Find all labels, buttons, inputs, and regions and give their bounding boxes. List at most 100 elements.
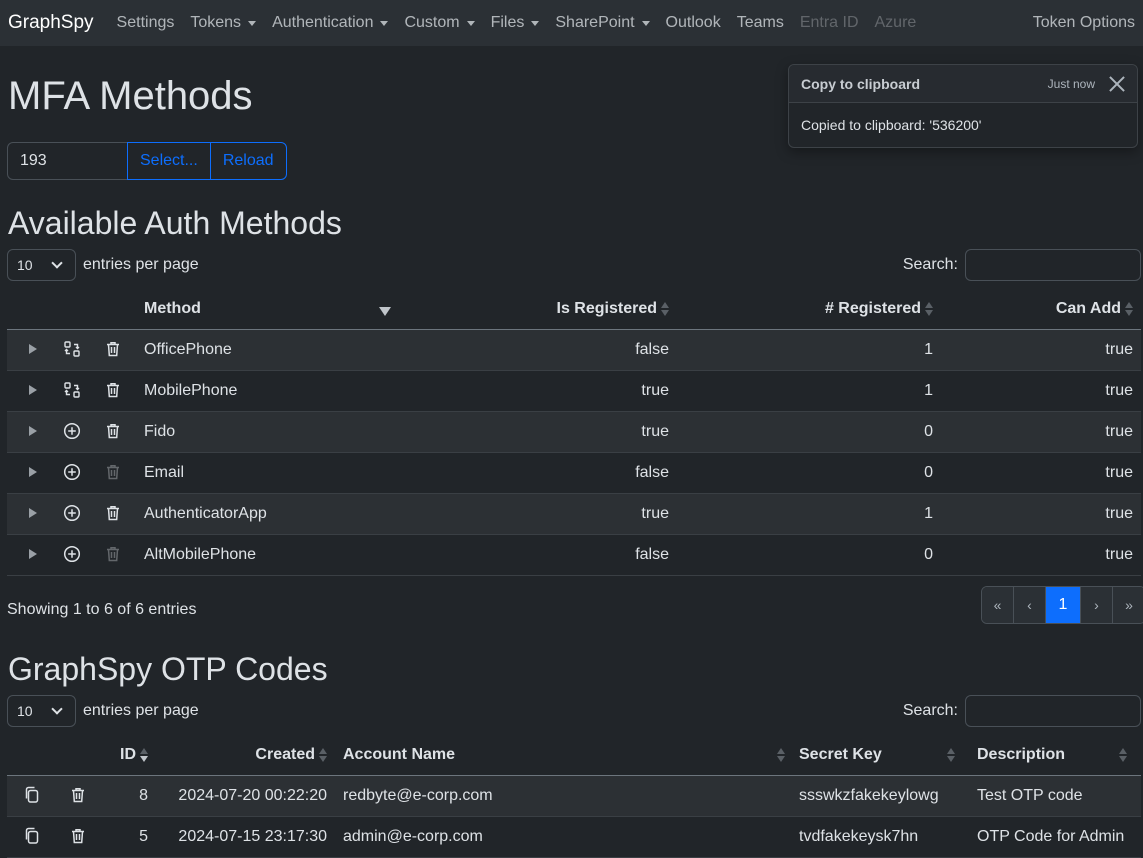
nav-entra-id: Entra ID xyxy=(800,14,859,32)
prev-page-button[interactable]: ‹ xyxy=(1014,587,1046,623)
column-header-description[interactable]: Description xyxy=(969,735,1141,776)
otp-header-row: ID Created Account Name Secret Key Descr… xyxy=(7,735,1141,776)
expand-cell[interactable] xyxy=(7,411,55,453)
account-header-label: Account Name xyxy=(343,745,456,763)
nav-label: Azure xyxy=(874,14,917,31)
nav-settings[interactable]: Settings xyxy=(117,14,175,32)
access-token-id-input[interactable] xyxy=(7,142,128,180)
is-registered-cell: true xyxy=(401,411,677,453)
expand-triangle-icon[interactable] xyxy=(29,507,37,518)
num-registered-cell: 0 xyxy=(677,534,941,576)
otp-search: Search: xyxy=(903,695,1141,727)
next-page-button[interactable]: › xyxy=(1081,587,1113,623)
otp-table-body: 8 2024-07-20 00:22:20 redbyte@e-corp.com ss… xyxy=(7,775,1141,858)
column-header-created[interactable]: Created xyxy=(156,735,335,776)
auth-search-label: Search: xyxy=(902,256,958,273)
nav-teams[interactable]: Teams xyxy=(737,14,784,32)
description-cell: OTP Code for Admin xyxy=(969,816,1141,858)
secret-cell: tvdfakekeysk7hn xyxy=(791,816,969,858)
nav-label: Files xyxy=(490,14,525,31)
column-header-secret-key[interactable]: Secret Key xyxy=(791,735,969,776)
token-options-link[interactable]: Token Options xyxy=(1033,14,1135,32)
delete-col-header xyxy=(96,289,136,330)
expand-cell[interactable] xyxy=(7,493,55,535)
reload-button[interactable]: Reload xyxy=(209,142,287,180)
column-header-num-registered[interactable]: # Registered xyxy=(677,289,941,330)
otp-search-input[interactable] xyxy=(965,695,1141,727)
can-add-cell: true xyxy=(941,370,1141,412)
chevron-down-icon xyxy=(51,703,63,715)
swap-icon[interactable] xyxy=(63,340,81,358)
otp-entries-select[interactable]: 10 xyxy=(7,695,76,727)
trash-icon[interactable] xyxy=(69,786,87,804)
page-1-button[interactable]: 1 xyxy=(1046,587,1081,623)
method-cell: Fido xyxy=(136,411,401,453)
column-header-account-name[interactable]: Account Name xyxy=(335,735,791,776)
brand-link[interactable]: GraphSpy xyxy=(8,12,94,34)
can-add-cell: true xyxy=(941,329,1141,371)
column-header-method[interactable]: Method xyxy=(136,289,401,330)
nav-label: Authentication xyxy=(272,14,374,31)
first-page-button[interactable]: « xyxy=(982,587,1014,623)
sort-desc-icon xyxy=(379,301,391,317)
trash-icon[interactable] xyxy=(104,381,122,399)
expand-cell[interactable] xyxy=(7,534,55,576)
expand-triangle-icon[interactable] xyxy=(29,425,37,436)
auth-entries-select[interactable]: 10 xyxy=(7,249,76,281)
expand-cell[interactable] xyxy=(7,329,55,371)
plus-circle-icon[interactable] xyxy=(63,422,81,440)
table-row: OfficePhone false 1 true xyxy=(7,329,1141,371)
is-registered-cell: false xyxy=(401,329,677,371)
nav-custom[interactable]: Custom xyxy=(404,14,475,32)
nav-sharepoint[interactable]: SharePoint xyxy=(555,14,650,32)
token-input-group: Select... Reload xyxy=(7,142,287,180)
plus-circle-icon[interactable] xyxy=(63,545,81,563)
swap-icon[interactable] xyxy=(63,381,81,399)
id-cell: 8 xyxy=(96,775,156,817)
expand-triangle-icon[interactable] xyxy=(29,466,37,477)
delete-cell xyxy=(96,329,136,371)
page-title: MFA Methods xyxy=(8,74,253,118)
auth-entries-label: entries per page xyxy=(83,256,199,273)
expand-triangle-icon[interactable] xyxy=(29,343,37,354)
expand-cell[interactable] xyxy=(7,370,55,412)
plus-circle-icon[interactable] xyxy=(63,463,81,481)
nav-outlook[interactable]: Outlook xyxy=(666,14,721,32)
expand-triangle-icon[interactable] xyxy=(29,548,37,559)
caret-down-icon xyxy=(248,20,257,26)
column-header-id[interactable]: ID xyxy=(96,735,156,776)
auth-search-input[interactable] xyxy=(965,249,1141,281)
column-header-is-registered[interactable]: Is Registered xyxy=(401,289,677,330)
id-header-label: ID xyxy=(120,745,136,763)
nav-tokens[interactable]: Tokens xyxy=(190,14,257,32)
nav-items: Settings Tokens Authentication Custom Files S… xyxy=(117,14,933,32)
num-registered-header-label: # Registered xyxy=(824,299,921,317)
copy-icon[interactable] xyxy=(23,827,41,845)
expand-triangle-icon[interactable] xyxy=(29,384,37,395)
close-icon[interactable] xyxy=(1109,76,1125,92)
nav-label: Teams xyxy=(736,14,784,31)
copy-cell xyxy=(7,775,55,817)
num-registered-cell: 1 xyxy=(677,370,941,412)
plus-circle-icon[interactable] xyxy=(63,504,81,522)
num-registered-cell: 1 xyxy=(677,493,941,535)
action-cell xyxy=(55,534,96,576)
delete-cell xyxy=(96,370,136,412)
table-row: 5 2024-07-15 23:17:30 admin@e-corp.com tvdf… xyxy=(7,816,1141,858)
select-token-button[interactable]: Select... xyxy=(127,142,211,180)
expand-cell[interactable] xyxy=(7,452,55,494)
copy-icon[interactable] xyxy=(23,786,41,804)
last-page-button[interactable]: » xyxy=(1113,587,1143,623)
toast-message: Copied to clipboard: '536200' xyxy=(801,117,982,133)
trash-icon[interactable] xyxy=(69,827,87,845)
nav-authentication[interactable]: Authentication xyxy=(272,14,389,32)
nav-files[interactable]: Files xyxy=(491,14,540,32)
trash-icon[interactable] xyxy=(104,340,122,358)
auth-header-row: Method Is Registered # Registered Can Ad… xyxy=(7,289,1141,330)
trash-icon[interactable] xyxy=(104,504,122,522)
column-header-can-add[interactable]: Can Add xyxy=(941,289,1141,330)
method-cell: MobilePhone xyxy=(136,370,401,412)
trash-icon[interactable] xyxy=(104,422,122,440)
action-cell xyxy=(55,452,96,494)
otp-entries-label: entries per page xyxy=(83,702,199,719)
